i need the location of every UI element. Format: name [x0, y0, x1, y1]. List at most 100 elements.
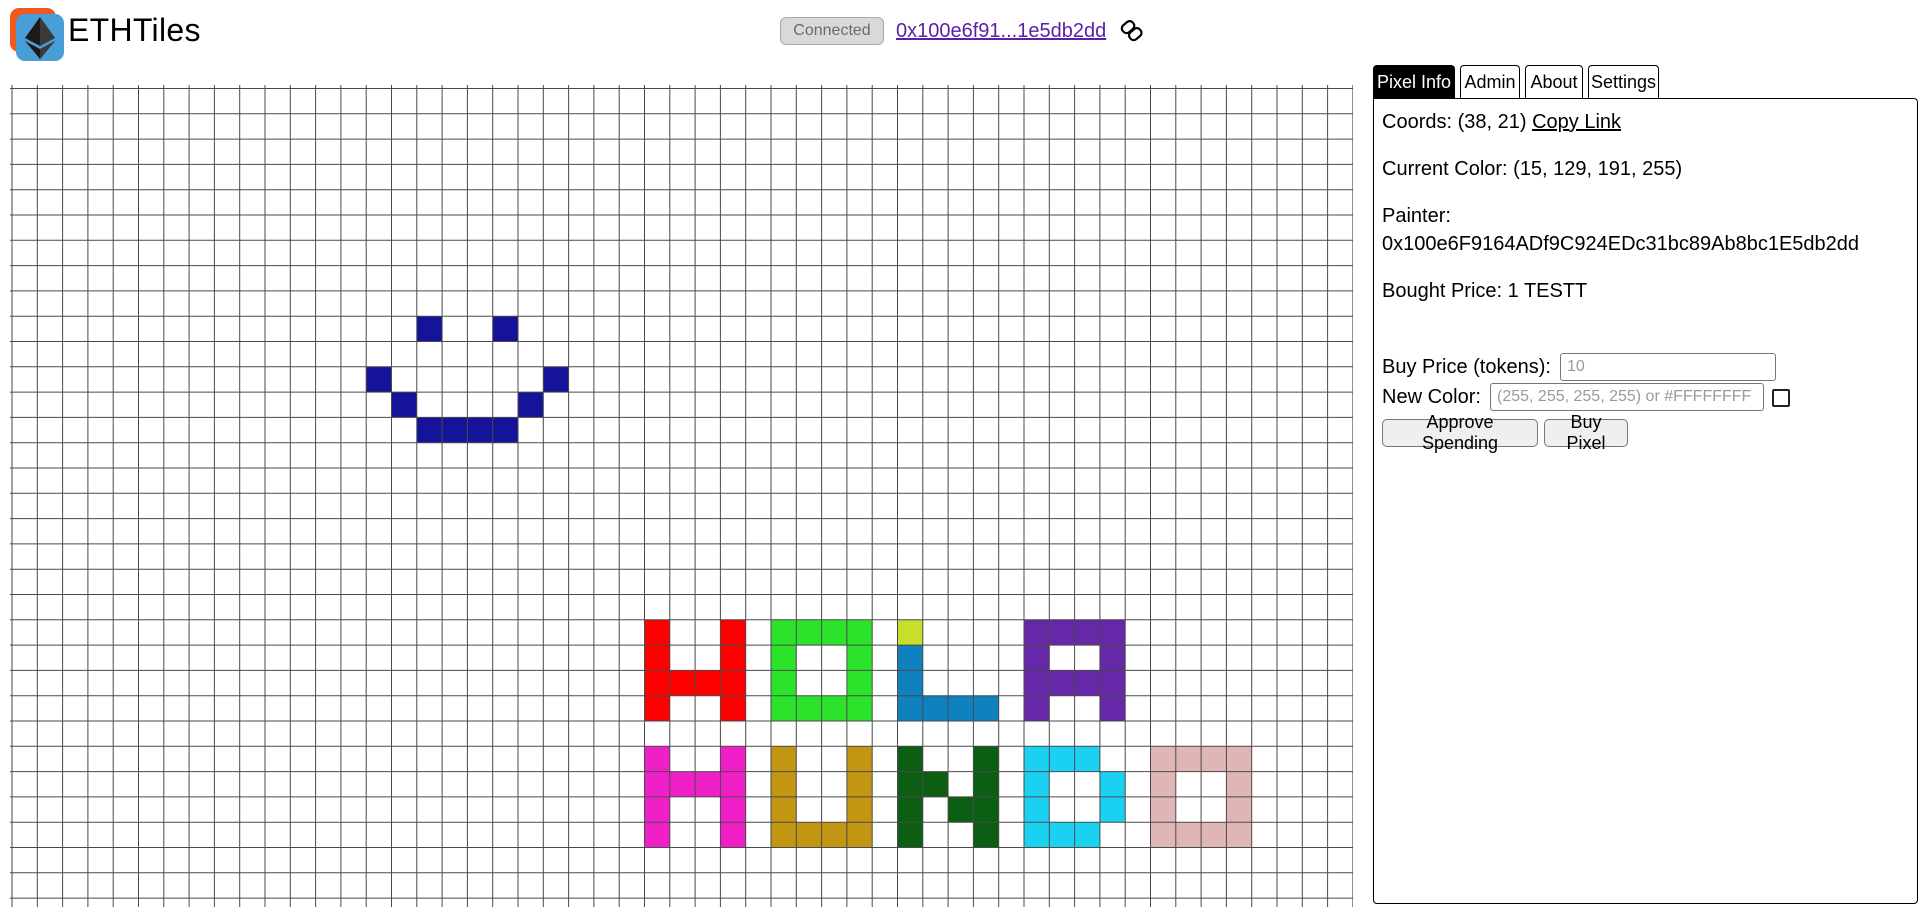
pixel-cell[interactable]: [1024, 771, 1050, 797]
pixel-cell[interactable]: [973, 746, 999, 772]
pixel-cell[interactable]: [1201, 746, 1227, 772]
connected-button[interactable]: Connected: [780, 17, 884, 45]
pixel-cell[interactable]: [922, 695, 949, 721]
pixel-cell[interactable]: [948, 796, 974, 823]
pixel-cell[interactable]: [973, 695, 999, 721]
pixel-cell[interactable]: [897, 645, 923, 671]
pixel-cell[interactable]: [1175, 746, 1202, 772]
pixel-cell[interactable]: [846, 771, 873, 797]
pixel-cell[interactable]: [1226, 822, 1252, 848]
color-picker-checkbox[interactable]: [1772, 389, 1790, 407]
pixel-cell[interactable]: [720, 670, 746, 696]
pixel-cell[interactable]: [1099, 771, 1126, 797]
pixel-cell[interactable]: [846, 670, 873, 696]
pixel-cell[interactable]: [720, 746, 746, 772]
pixel-cell[interactable]: [1150, 796, 1176, 823]
copy-icon[interactable]: [1119, 18, 1145, 44]
pixel-cell[interactable]: [518, 392, 544, 418]
pixel-cell[interactable]: [644, 822, 670, 848]
pixel-cell[interactable]: [644, 695, 670, 721]
pixel-cell[interactable]: [1099, 670, 1126, 696]
pixel-cell[interactable]: [442, 417, 468, 443]
pixel-canvas[interactable]: [10, 85, 1354, 907]
pixel-cell[interactable]: [720, 796, 746, 823]
pixel-cell[interactable]: [1024, 695, 1050, 721]
pixel-cell[interactable]: [771, 645, 797, 671]
pixel-cell[interactable]: [1024, 645, 1050, 671]
pixel-cell[interactable]: [1024, 619, 1050, 646]
pixel-cell[interactable]: [897, 822, 923, 848]
pixel-cell[interactable]: [695, 771, 721, 797]
pixel-cell[interactable]: [1074, 670, 1100, 696]
buy-pixel-button[interactable]: Buy Pixel: [1544, 412, 1628, 453]
pixel-cell[interactable]: [821, 822, 847, 848]
pixel-cell[interactable]: [1099, 695, 1126, 721]
pixel-cell[interactable]: [922, 771, 949, 797]
approve-spending-button[interactable]: Approve Spending: [1382, 412, 1538, 453]
pixel-cell[interactable]: [644, 670, 670, 696]
pixel-cell[interactable]: [1099, 645, 1126, 671]
pixel-cell[interactable]: [416, 316, 443, 342]
pixel-cell[interactable]: [720, 619, 746, 646]
pixel-cell[interactable]: [821, 619, 847, 646]
pixel-cell[interactable]: [771, 746, 797, 772]
pixel-cell[interactable]: [1074, 619, 1100, 646]
pixel-cell[interactable]: [1150, 822, 1176, 848]
pixel-cell[interactable]: [1226, 771, 1252, 797]
pixel-cell[interactable]: [846, 619, 873, 646]
pixel-cell[interactable]: [1099, 619, 1126, 646]
new-color-input[interactable]: [1490, 383, 1764, 411]
pixel-cell[interactable]: [695, 670, 721, 696]
pixel-cell[interactable]: [897, 619, 923, 646]
pixel-cell[interactable]: [821, 695, 847, 721]
pixel-cell[interactable]: [771, 670, 797, 696]
pixel-cell[interactable]: [1226, 746, 1252, 772]
pixel-cell[interactable]: [796, 619, 822, 646]
pixel-cell[interactable]: [1226, 796, 1252, 823]
pixel-cell[interactable]: [973, 796, 999, 823]
pixel-cell[interactable]: [416, 417, 443, 443]
tab-admin[interactable]: Admin: [1460, 65, 1520, 99]
pixel-cell[interactable]: [1024, 670, 1050, 696]
pixel-cell[interactable]: [644, 746, 670, 772]
pixel-cell[interactable]: [644, 645, 670, 671]
pixel-cell[interactable]: [1074, 746, 1100, 772]
pixel-cell[interactable]: [771, 771, 797, 797]
pixel-cell[interactable]: [846, 645, 873, 671]
pixel-cell[interactable]: [1024, 746, 1050, 772]
pixel-cell[interactable]: [1201, 822, 1227, 848]
pixel-cell[interactable]: [846, 746, 873, 772]
pixel-cell[interactable]: [1099, 796, 1126, 823]
pixel-cell[interactable]: [467, 417, 493, 443]
pixel-cell[interactable]: [846, 822, 873, 848]
pixel-cell[interactable]: [669, 771, 696, 797]
tab-about[interactable]: About: [1525, 65, 1583, 99]
pixel-cell[interactable]: [391, 392, 417, 418]
tab-settings[interactable]: Settings: [1588, 65, 1659, 99]
tab-pixel-info[interactable]: Pixel Info: [1373, 65, 1455, 99]
pixel-cell[interactable]: [1049, 822, 1075, 848]
copy-link[interactable]: Copy Link: [1532, 111, 1621, 133]
pixel-cell[interactable]: [897, 670, 923, 696]
pixel-cell[interactable]: [644, 619, 670, 646]
pixel-cell[interactable]: [771, 695, 797, 721]
pixel-cell[interactable]: [771, 619, 797, 646]
pixel-cell[interactable]: [1175, 822, 1202, 848]
pixel-cell[interactable]: [796, 695, 822, 721]
pixel-cell[interactable]: [492, 417, 518, 443]
pixel-cell[interactable]: [973, 771, 999, 797]
pixel-cell[interactable]: [644, 796, 670, 823]
pixel-cell[interactable]: [1049, 670, 1075, 696]
pixel-cell[interactable]: [543, 366, 569, 393]
pixel-cell[interactable]: [366, 366, 392, 393]
pixel-cell[interactable]: [771, 822, 797, 848]
pixel-cell[interactable]: [720, 771, 746, 797]
pixel-cell[interactable]: [1024, 796, 1050, 823]
pixel-cell[interactable]: [1074, 822, 1100, 848]
pixel-cell[interactable]: [897, 695, 923, 721]
pixel-cell[interactable]: [720, 645, 746, 671]
pixel-cell[interactable]: [973, 822, 999, 848]
pixel-cell[interactable]: [897, 746, 923, 772]
pixel-cell[interactable]: [948, 695, 974, 721]
pixel-cell[interactable]: [897, 771, 923, 797]
